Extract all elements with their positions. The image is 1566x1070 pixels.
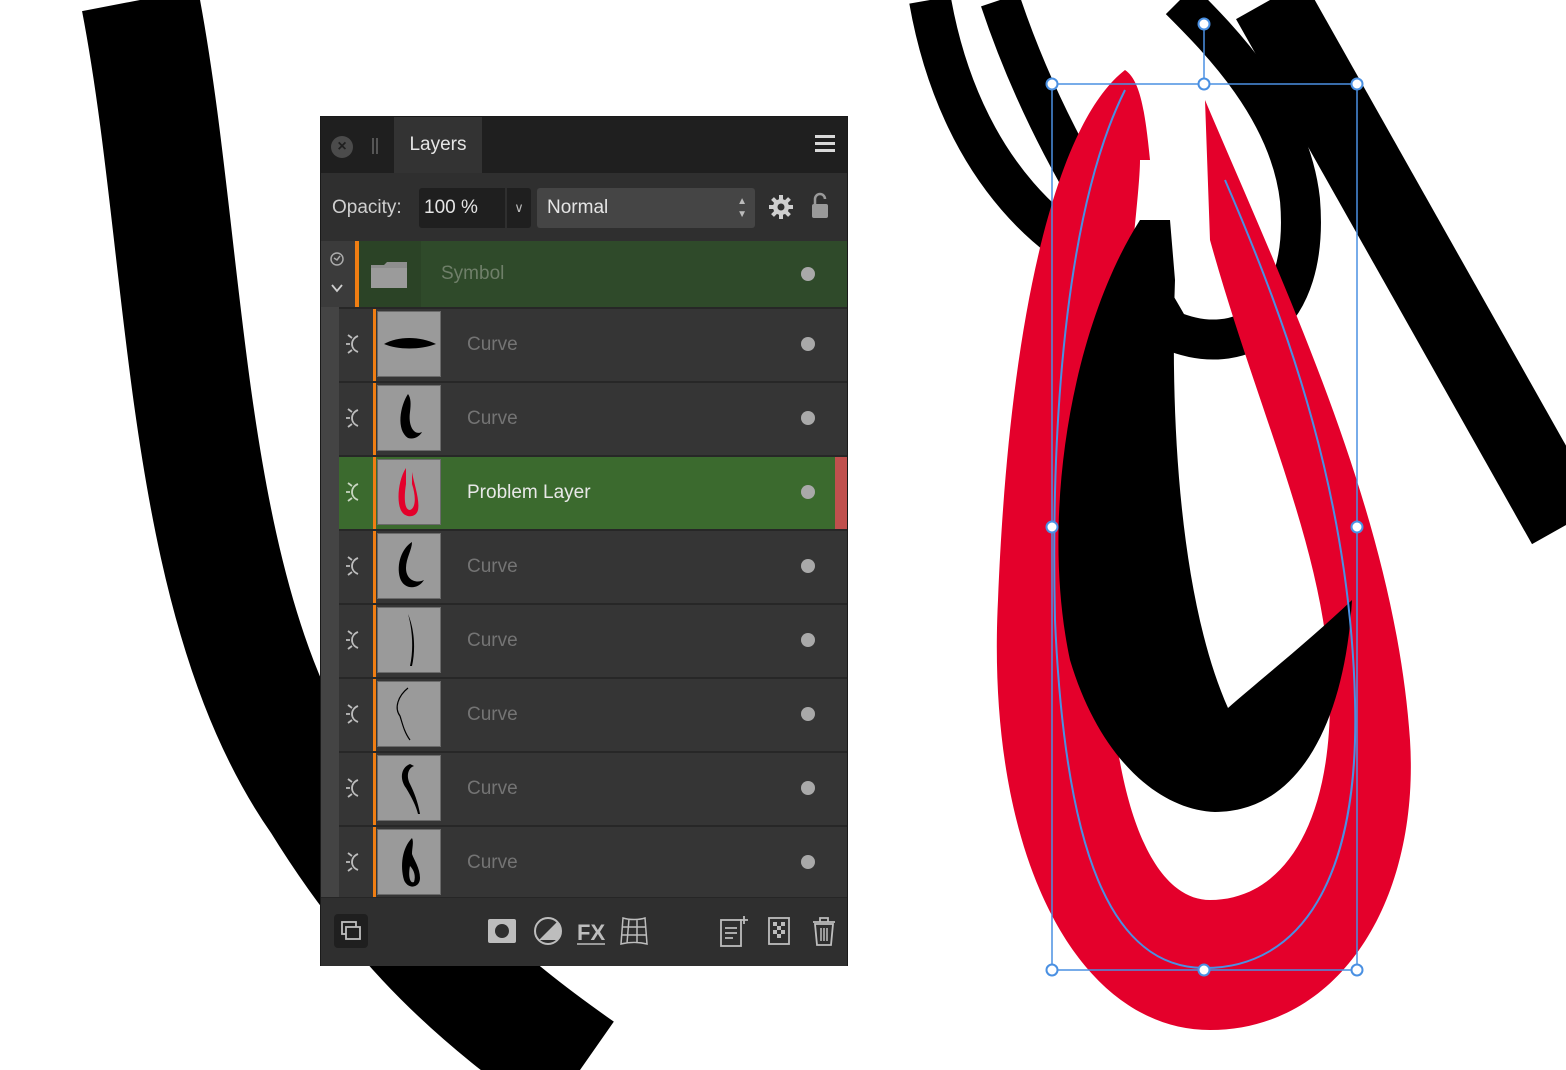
folder-icon xyxy=(371,262,407,288)
handle-top-right xyxy=(1350,77,1364,91)
fx-icon[interactable]: FX xyxy=(574,914,608,948)
layer-name: Curve xyxy=(467,778,518,799)
adjustment-icon[interactable] xyxy=(531,914,565,948)
vector-curve-icon xyxy=(346,630,359,650)
layer-row[interactable]: Curve xyxy=(339,603,847,677)
layer-thumbnail xyxy=(377,533,441,599)
handle-bottom-left xyxy=(1045,963,1059,977)
layer-name: Curve xyxy=(467,852,518,873)
layer-thumbnail xyxy=(377,311,441,377)
handle-left xyxy=(1045,520,1059,534)
add-pixel-layer-icon[interactable] xyxy=(762,914,796,948)
layer-name: Curve xyxy=(467,556,518,577)
mask-icon[interactable] xyxy=(485,914,519,948)
chevron-down-icon[interactable] xyxy=(330,281,344,295)
mesh-warp-icon[interactable] xyxy=(617,914,651,948)
vector-curve-icon xyxy=(346,482,359,502)
layer-name: Curve xyxy=(467,704,518,725)
selection-marker xyxy=(835,457,847,529)
layer-name: Problem Layer xyxy=(467,482,591,503)
updown-chevron-icon: ▲ ▼ xyxy=(737,196,747,220)
layer-thumbnail xyxy=(377,755,441,821)
vector-curve-icon xyxy=(346,852,359,872)
visibility-toggle[interactable] xyxy=(801,267,815,281)
layer-row-problem-layer[interactable]: Problem Layer xyxy=(339,455,847,529)
layer-row[interactable]: Curve xyxy=(339,529,847,603)
opacity-dropdown-button[interactable]: ∨ xyxy=(507,188,531,228)
close-icon[interactable]: × xyxy=(331,136,353,158)
visibility-toggle[interactable] xyxy=(801,337,815,351)
layer-row[interactable]: Curve xyxy=(339,381,847,455)
visibility-toggle[interactable] xyxy=(801,855,815,869)
panel-titlebar: × Layers xyxy=(321,117,847,173)
drag-grip-icon[interactable] xyxy=(372,138,378,154)
vector-curve-icon xyxy=(346,778,359,798)
handle-bottom-right xyxy=(1350,963,1364,977)
trash-icon[interactable] xyxy=(807,914,841,948)
rotate-handle xyxy=(1197,17,1211,31)
vector-curve-icon xyxy=(346,704,359,724)
layer-thumbnail xyxy=(377,459,441,525)
vector-curve-icon xyxy=(346,334,359,354)
layer-row[interactable]: Curve xyxy=(339,825,847,897)
arrange-icon[interactable] xyxy=(334,914,368,948)
handle-top-left xyxy=(1045,77,1059,91)
visibility-toggle[interactable] xyxy=(801,781,815,795)
handle-top xyxy=(1197,77,1211,91)
hamburger-icon[interactable] xyxy=(815,135,835,155)
layer-thumbnail xyxy=(377,681,441,747)
layer-name-symbol: Symbol xyxy=(441,263,505,284)
visibility-toggle[interactable] xyxy=(801,559,815,573)
layer-thumbnail xyxy=(377,385,441,451)
blend-mode-value: Normal xyxy=(547,197,609,218)
svg-text:FX: FX xyxy=(577,920,605,945)
handle-right xyxy=(1350,520,1364,534)
layer-thumbnail xyxy=(377,607,441,673)
layer-row[interactable]: Curve xyxy=(339,307,847,381)
vector-curve-icon xyxy=(346,408,359,428)
layer-options-bar: Opacity: 100 % ∨ Normal ▲ ▼ xyxy=(321,173,847,241)
visibility-toggle[interactable] xyxy=(801,485,815,499)
blend-mode-select[interactable]: Normal ▲ ▼ xyxy=(537,188,755,228)
layer-name: Curve xyxy=(467,630,518,651)
opacity-label: Opacity: xyxy=(332,197,402,218)
layer-name: Curve xyxy=(467,408,518,429)
handle-bottom xyxy=(1197,963,1211,977)
opacity-field[interactable]: 100 % xyxy=(419,188,505,228)
visibility-toggle[interactable] xyxy=(801,411,815,425)
layer-row[interactable]: Curve xyxy=(339,677,847,751)
vector-curve-icon xyxy=(346,556,359,576)
visibility-toggle[interactable] xyxy=(801,633,815,647)
layers-toolbar: FX xyxy=(321,897,847,966)
layer-group-symbol[interactable]: Symbol xyxy=(321,241,847,307)
layers-list[interactable]: Symbol Curve Curve Problem Layer Curve C… xyxy=(321,241,847,897)
layers-panel: × Layers Opacity: 100 % ∨ Normal ▲ ▼ Sym… xyxy=(320,116,848,966)
lock-icon[interactable] xyxy=(810,192,830,220)
layer-name: Curve xyxy=(467,334,518,355)
add-layer-icon[interactable] xyxy=(717,914,751,948)
symbol-icon xyxy=(330,252,344,266)
layer-row[interactable]: Curve xyxy=(339,751,847,825)
visibility-toggle[interactable] xyxy=(801,707,815,721)
gear-icon[interactable] xyxy=(768,194,794,220)
tab-layers[interactable]: Layers xyxy=(394,117,482,173)
layer-thumbnail xyxy=(377,829,441,895)
